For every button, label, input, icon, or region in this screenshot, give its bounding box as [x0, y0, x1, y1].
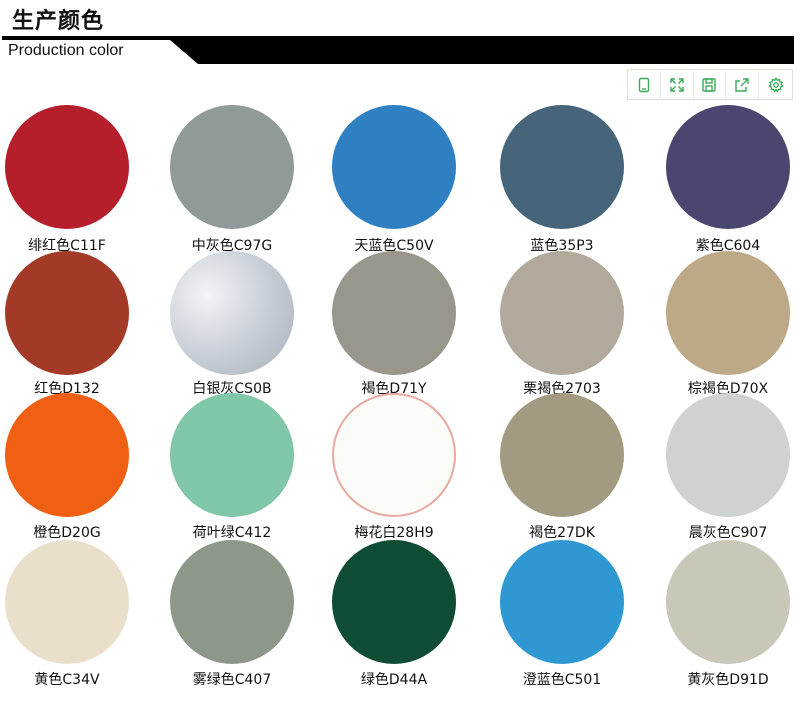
color-circle	[332, 105, 456, 229]
color-label: 黄灰色D91D	[687, 672, 769, 688]
color-circle	[666, 105, 790, 229]
color-label: 绿色D44A	[360, 672, 428, 688]
color-circle	[170, 105, 294, 229]
save-icon	[702, 77, 717, 92]
color-label: 梅花白28H9	[354, 525, 434, 541]
color-circle	[170, 251, 294, 375]
section-header-bar: Production color	[2, 36, 794, 64]
color-circle	[500, 540, 624, 664]
color-circle	[170, 540, 294, 664]
color-label: 晨灰色C907	[688, 525, 768, 541]
color-circle	[5, 540, 129, 664]
color-circle	[170, 393, 294, 517]
settings-icon	[768, 76, 784, 92]
toolbar	[627, 69, 793, 100]
save-button[interactable]	[694, 70, 727, 99]
color-circle	[500, 393, 624, 517]
tablet-button[interactable]	[628, 70, 661, 99]
color-circle	[332, 540, 456, 664]
color-circle	[332, 251, 456, 375]
color-label: 荷叶绿C412	[192, 525, 272, 541]
color-label: 褐色27DK	[529, 525, 595, 541]
color-circle	[500, 105, 624, 229]
expand-icon	[669, 77, 684, 92]
share-icon	[735, 77, 749, 92]
share-button[interactable]	[726, 70, 760, 99]
color-circle	[5, 251, 129, 375]
color-label: 雾绿色C407	[192, 672, 272, 688]
color-circle	[666, 251, 790, 375]
page-title: 生产颜色	[12, 9, 105, 34]
section-tab: Production color	[2, 40, 198, 64]
settings-button[interactable]	[759, 70, 792, 99]
color-label: 澄蓝色C501	[522, 672, 602, 688]
tablet-icon	[638, 77, 650, 92]
color-circle	[332, 393, 456, 517]
section-subtitle: Production color	[8, 42, 124, 59]
color-label: 黄色C34V	[34, 672, 100, 688]
color-circle	[500, 251, 624, 375]
color-circle	[666, 540, 790, 664]
color-circle	[5, 393, 129, 517]
expand-button[interactable]	[661, 70, 694, 99]
color-circle	[5, 105, 129, 229]
color-circle	[666, 393, 790, 517]
color-label: 橙色D20G	[33, 525, 101, 541]
